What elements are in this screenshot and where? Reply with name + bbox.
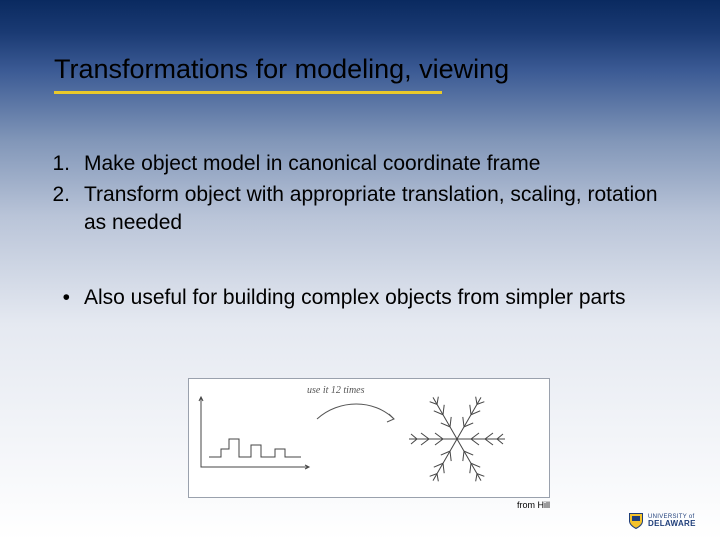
slide-title: Transformations for modeling, viewing xyxy=(54,54,509,89)
slide: Transformations for modeling, viewing 1.… xyxy=(0,0,720,540)
list-item: 1. Make object model in canonical coordi… xyxy=(30,150,680,177)
figure-credit: from Hill xyxy=(517,500,550,510)
list-text: Transform object with appropriate transl… xyxy=(84,181,680,236)
bullet-marker: • xyxy=(30,284,84,311)
slide-body: 1. Make object model in canonical coordi… xyxy=(30,150,680,315)
list-marker: 2. xyxy=(30,181,84,236)
title-block: Transformations for modeling, viewing xyxy=(54,54,660,94)
figure: use it 12 times xyxy=(188,378,550,498)
list-text: Also useful for building complex objects… xyxy=(84,284,680,311)
list-marker: 1. xyxy=(30,150,84,177)
list-text: Make object model in canonical coordinat… xyxy=(84,150,680,177)
snowflake-diagram-icon: use it 12 times xyxy=(189,379,549,497)
logo-text: UNIVERSITY of DELAWARE xyxy=(648,514,696,528)
logo-line-2: DELAWARE xyxy=(648,520,696,528)
title-underline xyxy=(54,91,442,94)
figure-caption-text: use it 12 times xyxy=(307,385,365,396)
list-item: • Also useful for building complex objec… xyxy=(30,284,680,311)
university-logo: UNIVERSITY of DELAWARE xyxy=(628,510,708,532)
shield-icon xyxy=(628,512,644,530)
list-item: 2. Transform object with appropriate tra… xyxy=(30,181,680,236)
